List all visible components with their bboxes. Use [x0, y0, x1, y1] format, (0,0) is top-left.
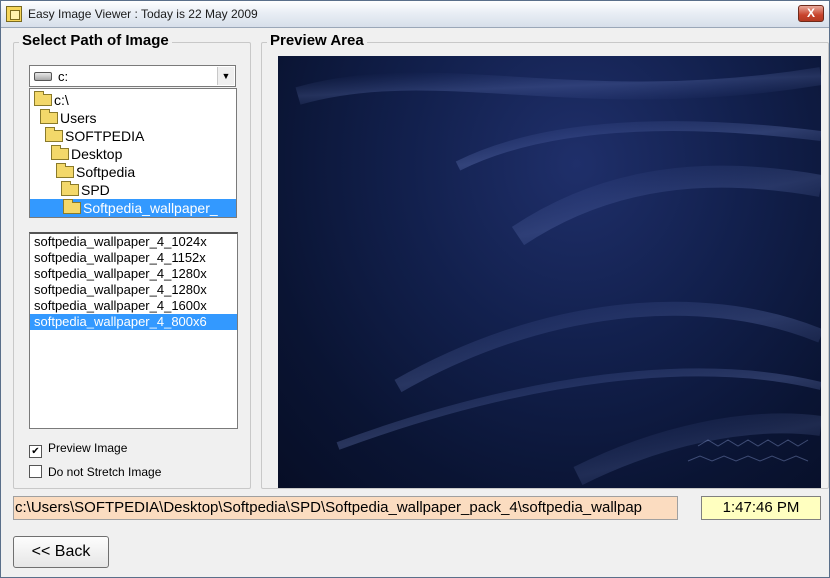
- tree-item[interactable]: SOFTPEDIA: [45, 127, 144, 145]
- file-list-item[interactable]: softpedia_wallpaper_4_1600x: [30, 298, 237, 314]
- select-path-title: Select Path of Image: [19, 32, 172, 49]
- file-list-item[interactable]: softpedia_wallpaper_4_1024x: [30, 234, 237, 250]
- window-title: Easy Image Viewer : Today is 22 May 2009: [28, 7, 258, 21]
- no-stretch-checkbox[interactable]: [29, 465, 42, 478]
- folder-icon: [63, 199, 81, 214]
- tree-item-label: Softpedia_wallpaper_: [83, 200, 218, 216]
- preview-image-option[interactable]: ✔ Preview Image: [29, 441, 128, 458]
- file-list-item-selected[interactable]: softpedia_wallpaper_4_800x6: [30, 314, 237, 330]
- wallpaper-image: [295, 67, 821, 485]
- folder-icon: [56, 163, 74, 178]
- folder-icon: [40, 109, 58, 124]
- tree-item-label: Desktop: [71, 146, 123, 162]
- tree-item-label: Users: [60, 110, 97, 126]
- file-list-item[interactable]: softpedia_wallpaper_4_1280x: [30, 266, 237, 282]
- app-window: Easy Image Viewer : Today is 22 May 2009…: [0, 0, 830, 578]
- title-bar[interactable]: Easy Image Viewer : Today is 22 May 2009…: [1, 1, 829, 28]
- folder-icon: [51, 145, 69, 160]
- tree-item[interactable]: SPD: [61, 181, 110, 199]
- folder-icon: [45, 127, 63, 142]
- chevron-down-icon[interactable]: ▼: [217, 67, 234, 85]
- image-path-field[interactable]: c:\Users\SOFTPEDIA\Desktop\Softpedia\SPD…: [13, 496, 678, 520]
- preview-title: Preview Area: [267, 32, 367, 49]
- folder-tree[interactable]: c:\ Users SOFTPEDIA Desktop Softpedia SP…: [29, 88, 237, 218]
- no-stretch-option[interactable]: Do not Stretch Image: [29, 465, 161, 481]
- drive-select[interactable]: c: ▼: [29, 65, 236, 87]
- clock-display: 1:47:46 PM: [701, 496, 821, 520]
- close-button[interactable]: X: [798, 5, 824, 22]
- tree-item-selected[interactable]: Softpedia_wallpaper_: [30, 199, 236, 217]
- tree-item[interactable]: Desktop: [51, 145, 122, 163]
- tree-item-label: SPD: [81, 182, 110, 198]
- tree-item-label: Softpedia: [76, 164, 136, 180]
- tree-item-label: SOFTPEDIA: [65, 128, 145, 144]
- preview-image-checkbox[interactable]: ✔: [29, 445, 42, 458]
- tree-item[interactable]: Users: [40, 109, 97, 127]
- folder-icon: [61, 181, 79, 196]
- tree-item[interactable]: Softpedia: [56, 163, 135, 181]
- no-stretch-label: Do not Stretch Image: [48, 465, 162, 479]
- app-icon: [6, 6, 22, 22]
- file-list[interactable]: softpedia_wallpaper_4_1024x softpedia_wa…: [29, 232, 238, 429]
- preview-image: [278, 56, 821, 488]
- tree-item-label: c:\: [54, 92, 69, 108]
- back-button[interactable]: << Back: [13, 536, 109, 568]
- file-list-item[interactable]: softpedia_wallpaper_4_1152x: [30, 250, 237, 266]
- drive-icon: [34, 72, 52, 81]
- file-list-item[interactable]: softpedia_wallpaper_4_1280x: [30, 282, 237, 298]
- preview-image-label: Preview Image: [48, 441, 128, 455]
- tree-item[interactable]: c:\: [34, 91, 69, 109]
- folder-icon: [34, 91, 52, 106]
- drive-select-value: c:: [58, 69, 69, 84]
